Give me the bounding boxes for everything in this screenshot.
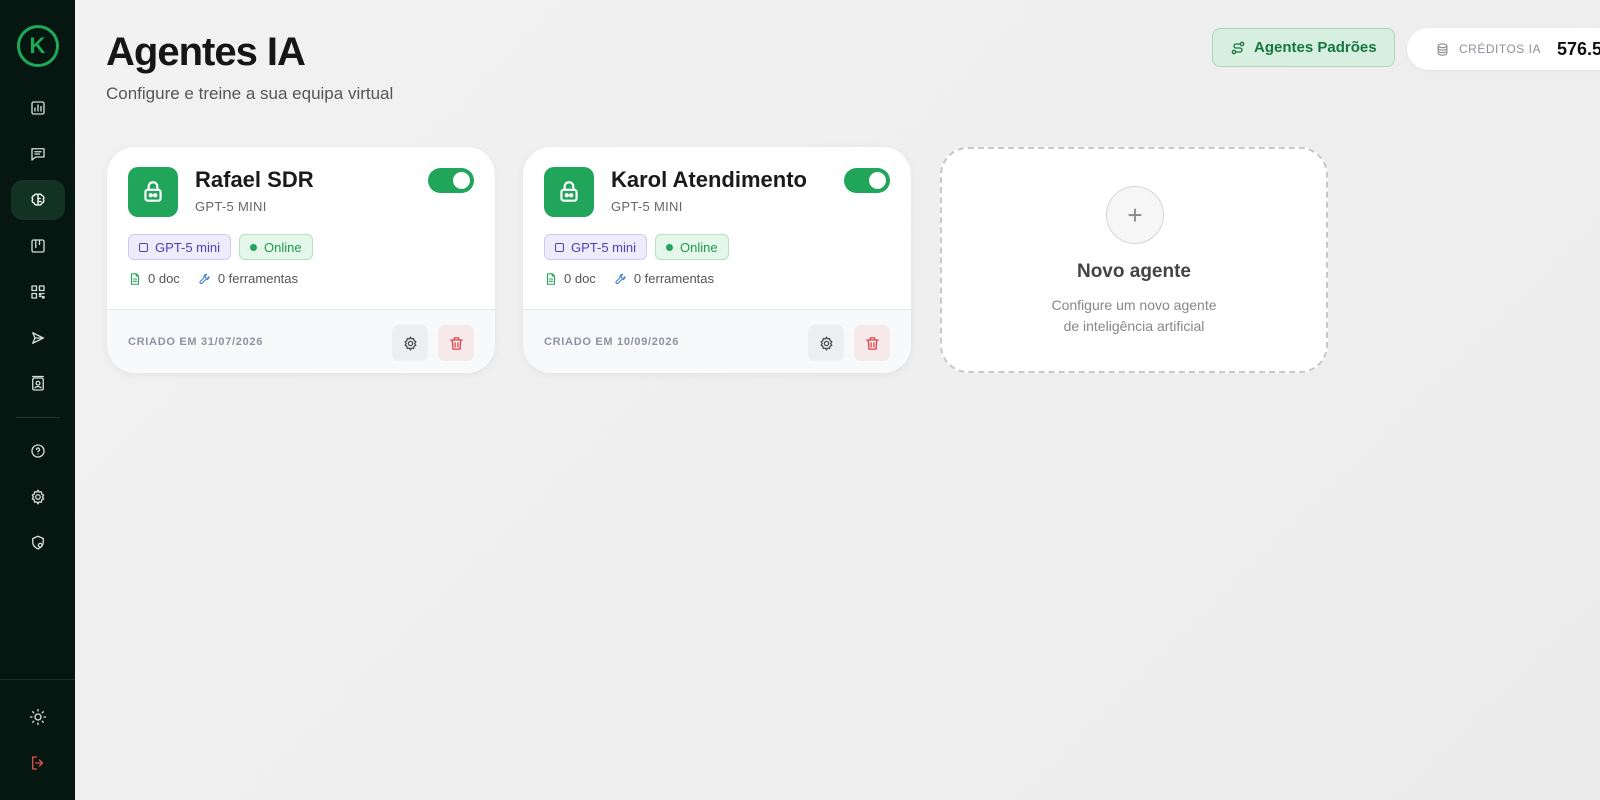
- credits-label: CRÉDITOS IA: [1459, 42, 1541, 56]
- created-date: CRIADO EM 10/09/2026: [544, 336, 680, 348]
- logo-letter: K: [29, 33, 46, 58]
- send-icon: [31, 332, 44, 344]
- dashboard-icon: [30, 101, 45, 115]
- tools-label: 0 ferramentas: [217, 271, 299, 286]
- docs-label: 0 doc: [148, 271, 180, 286]
- logout-button[interactable]: [11, 743, 65, 783]
- nav-send[interactable]: [11, 318, 65, 358]
- tools-label: 0 ferramentas: [633, 271, 715, 286]
- document-icon: [546, 272, 556, 285]
- plus-icon: +: [1106, 186, 1164, 244]
- wrench-icon: [199, 273, 210, 284]
- kanban-icon: [30, 239, 45, 253]
- nav-messages[interactable]: [11, 134, 65, 174]
- model-chip-label: GPT-5 mini: [155, 239, 221, 255]
- new-agent-desc-line1: Configure um novo agente: [1051, 297, 1217, 313]
- qrcode-icon: [30, 285, 45, 299]
- default-agents-button[interactable]: Agentes Padrões: [1212, 28, 1395, 67]
- credits-badge: CRÉDITOS IA 576.5: [1407, 28, 1600, 70]
- page-subtitle: Configure e treine a sua equipa virtual: [106, 84, 394, 103]
- agent-enabled-toggle[interactable]: [428, 168, 474, 193]
- model-chip: GPT-5 mini: [128, 234, 232, 260]
- agent-delete-button[interactable]: [854, 325, 890, 361]
- logout-icon: [31, 756, 43, 770]
- docs-label: 0 doc: [564, 271, 596, 286]
- status-label: Online: [680, 239, 718, 255]
- status-dot-icon: [250, 243, 258, 251]
- trash-icon: [449, 336, 463, 350]
- agent-model: GPT-5 MINI: [195, 199, 267, 214]
- created-date: CRIADO EM 31/07/2026: [128, 336, 264, 348]
- page-title: Agentes IA: [106, 30, 306, 74]
- gear-icon: [404, 335, 416, 351]
- new-agent-desc-line2: de inteligência artificial: [1063, 318, 1205, 334]
- robot-icon: [144, 181, 162, 202]
- route-icon: [1231, 41, 1245, 54]
- agent-avatar: [128, 167, 178, 217]
- agent-model: GPT-5 MINI: [611, 199, 683, 214]
- status-badge: Online: [655, 234, 729, 260]
- shield-icon: [31, 535, 44, 550]
- brain-icon: [31, 193, 44, 206]
- tools-count: 0 ferramentas: [614, 271, 714, 286]
- help-icon: [30, 444, 45, 458]
- nav-contacts[interactable]: [11, 364, 65, 404]
- agent-card: Rafael SDR GPT-5 MINI GPT-5 mini Online …: [107, 147, 495, 373]
- robot-icon: [560, 181, 578, 202]
- agent-card: Karol Atendimento GPT-5 MINI GPT-5 mini …: [523, 147, 911, 373]
- nav-security[interactable]: [11, 523, 65, 563]
- sun-icon: [29, 708, 46, 726]
- status-badge: Online: [239, 234, 313, 260]
- nav-qrcode[interactable]: [11, 272, 65, 312]
- new-agent-description: Configure um novo agente de inteligência…: [942, 295, 1326, 337]
- nav-agents[interactable]: [10, 180, 65, 220]
- nav-settings[interactable]: [11, 477, 65, 517]
- docs-count: 0 doc: [128, 271, 180, 286]
- agent-name: Karol Atendimento: [611, 167, 807, 192]
- tools-count: 0 ferramentas: [198, 271, 298, 286]
- contacts-icon: [31, 375, 44, 391]
- agent-avatar: [544, 167, 594, 217]
- theme-toggle[interactable]: [11, 697, 65, 737]
- document-icon: [130, 272, 140, 285]
- chip-icon: [139, 242, 148, 252]
- settings-icon: [31, 489, 44, 505]
- nav-help[interactable]: [11, 431, 65, 471]
- credits-value: 576.5: [1556, 38, 1600, 59]
- sidebar-nav: [0, 85, 75, 566]
- agent-enabled-toggle[interactable]: [844, 168, 890, 193]
- model-chip: GPT-5 mini: [544, 234, 648, 260]
- wrench-icon: [615, 273, 626, 284]
- messages-icon: [30, 148, 45, 161]
- model-chip-label: GPT-5 mini: [571, 239, 637, 255]
- nav-kanban[interactable]: [11, 226, 65, 266]
- sidebar-footer: [0, 679, 75, 800]
- chip-icon: [555, 242, 564, 252]
- agent-settings-button[interactable]: [808, 325, 844, 361]
- trash-icon: [865, 336, 879, 350]
- gear-icon: [820, 335, 832, 351]
- default-agents-label: Agentes Padrões: [1254, 39, 1377, 56]
- docs-count: 0 doc: [544, 271, 596, 286]
- app-logo[interactable]: K: [16, 25, 59, 67]
- agent-name: Rafael SDR: [195, 167, 314, 192]
- agent-settings-button[interactable]: [392, 325, 428, 361]
- status-dot-icon: [666, 243, 674, 251]
- new-agent-card[interactable]: + Novo agente Configure um novo agente d…: [940, 147, 1328, 373]
- nav-dashboard[interactable]: [11, 88, 65, 128]
- coins-icon: [1437, 42, 1448, 56]
- agent-delete-button[interactable]: [438, 325, 474, 361]
- status-label: Online: [264, 239, 302, 255]
- sidebar: K: [0, 0, 75, 800]
- nav-divider: [15, 417, 60, 418]
- new-agent-title: Novo agente: [1076, 261, 1192, 282]
